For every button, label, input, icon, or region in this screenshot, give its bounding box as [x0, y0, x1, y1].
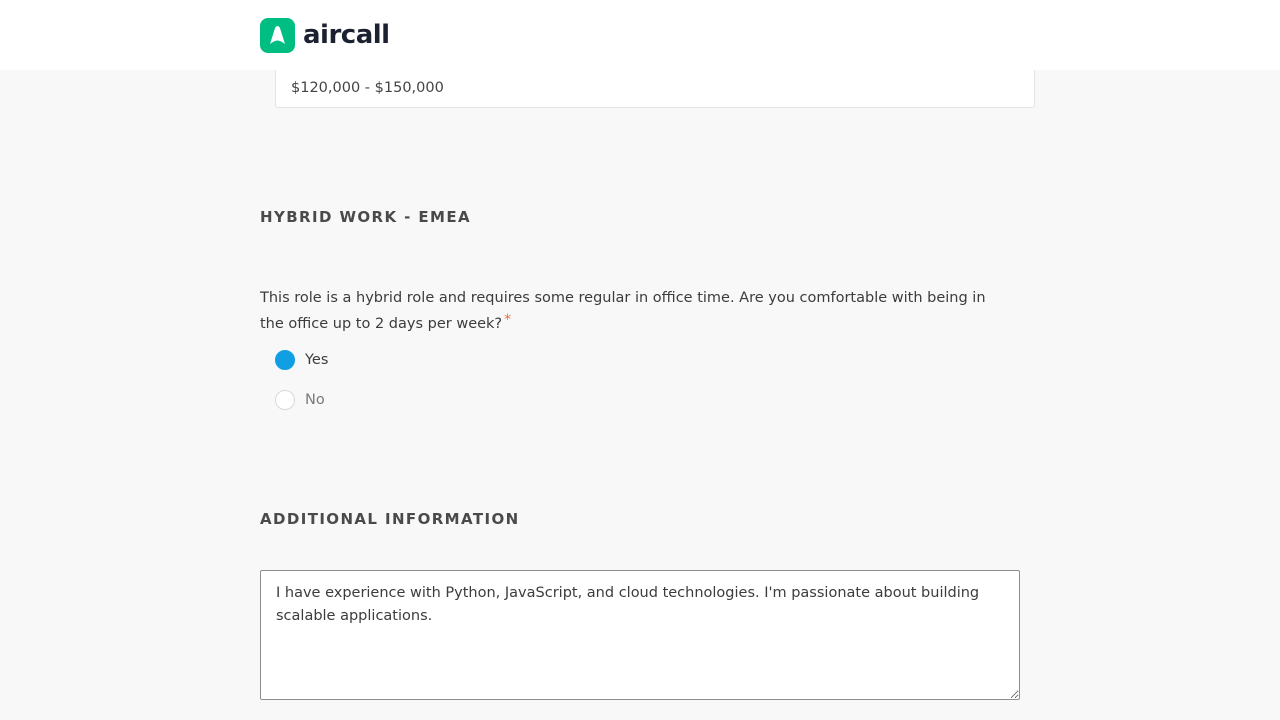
additional-information-textarea[interactable]: I have experience with Python, JavaScrip… — [260, 570, 1020, 700]
brand-name: aircall — [303, 19, 390, 50]
radio-no-button[interactable] — [275, 390, 295, 410]
hybrid-work-heading: HYBRID WORK - EMEA — [260, 208, 472, 226]
radio-option-yes[interactable]: Yes — [275, 350, 328, 370]
hybrid-question: This role is a hybrid role and requires … — [260, 287, 1000, 335]
radio-yes-label: Yes — [305, 352, 329, 368]
page-header: aircall — [0, 0, 1280, 70]
aircall-logo[interactable]: aircall — [260, 17, 390, 53]
radio-option-no[interactable]: No — [275, 390, 325, 410]
radio-yes-button[interactable] — [275, 350, 295, 370]
radio-no-label: No — [305, 392, 325, 408]
hybrid-question-text: This role is a hybrid role and requires … — [260, 290, 986, 332]
additional-information-heading: ADDITIONAL INFORMATION — [260, 510, 520, 528]
aircall-logo-icon — [260, 17, 295, 53]
salary-value: $120,000 - $150,000 — [291, 80, 444, 96]
required-asterisk: * — [504, 312, 512, 328]
